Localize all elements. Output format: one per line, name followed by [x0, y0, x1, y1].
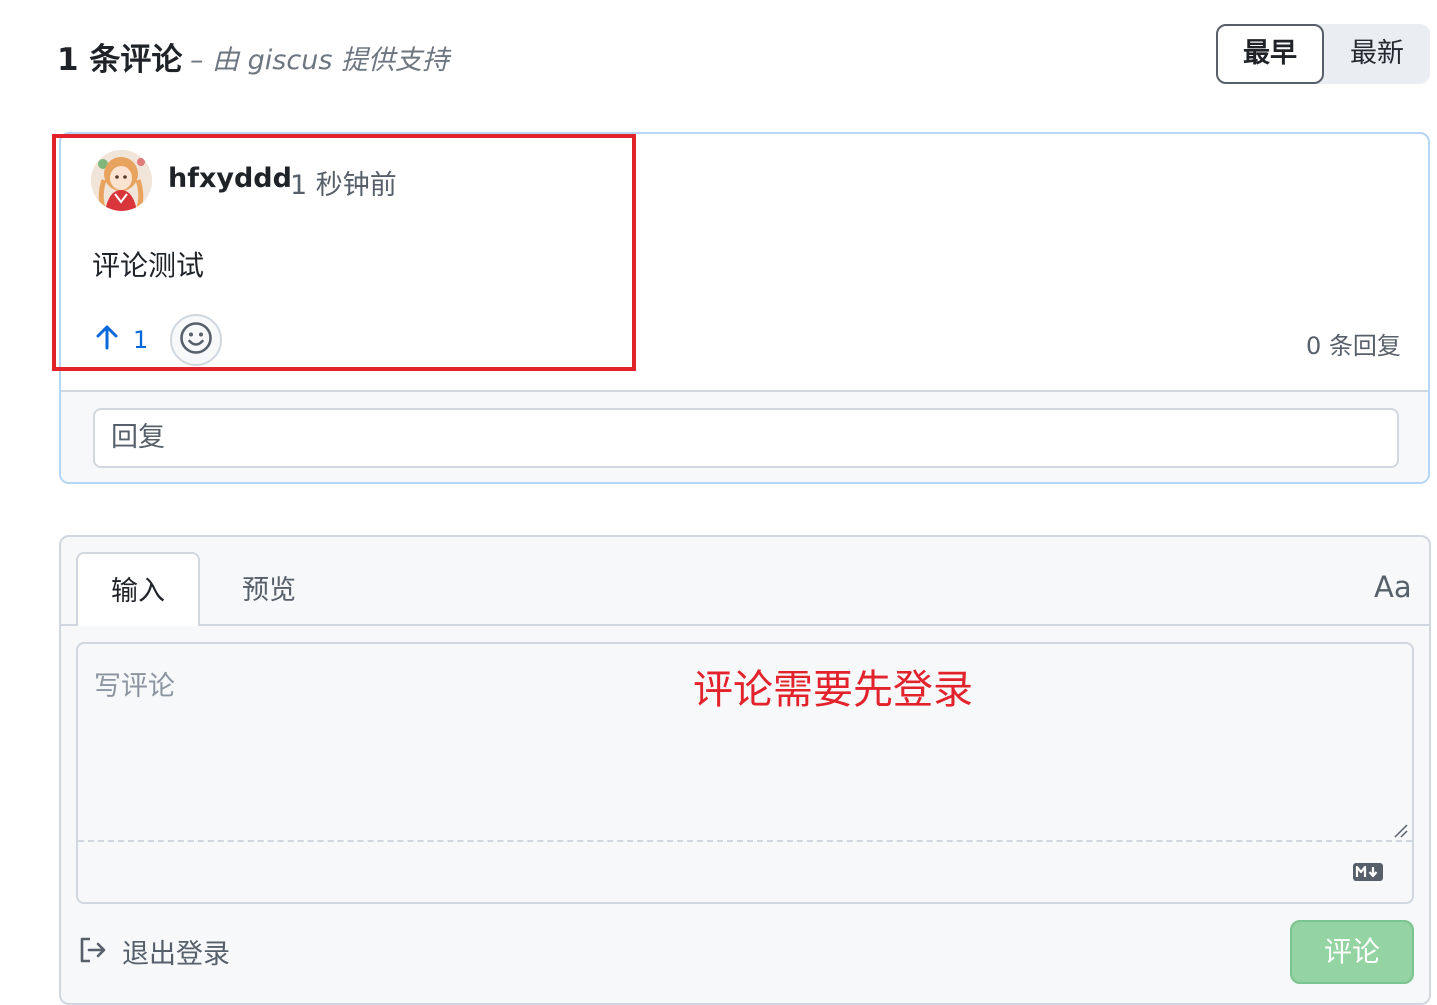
comment-timestamp[interactable]: 1 秒钟前 [290, 163, 397, 202]
comment-body: 评论测试 [92, 249, 205, 282]
tab-preview[interactable]: 预览 [242, 552, 296, 626]
reply-input[interactable]: 回复 [93, 408, 1399, 468]
reply-count: 0 条回复 [1306, 332, 1401, 360]
sign-out-icon [78, 935, 108, 969]
sort-newest-button[interactable]: 最新 [1324, 24, 1430, 84]
login-required-notice: 评论需要先登录 [693, 667, 973, 713]
tab-write[interactable]: 输入 [76, 552, 200, 626]
comment-author[interactable]: hfxyddd [168, 163, 292, 194]
comment-count-title: 1 条评论 [57, 42, 183, 78]
markdown-icon[interactable] [1352, 862, 1384, 886]
submit-comment-button[interactable]: 评论 [1290, 920, 1414, 984]
avatar[interactable] [91, 150, 152, 211]
smiley-icon [179, 321, 213, 359]
text-size-toggle-button[interactable]: Aa [1374, 570, 1412, 604]
sign-out-button[interactable]: 退出登录 [78, 932, 230, 971]
upvote-count: 1 [133, 326, 149, 354]
powered-by-text: – 由 giscus 提供支持 [190, 45, 449, 76]
sort-oldest-button[interactable]: 最早 [1216, 24, 1324, 84]
reply-area: 回复 [61, 390, 1428, 482]
add-reaction-button[interactable] [170, 314, 222, 366]
sort-toggle-group: 最早 最新 [1216, 24, 1430, 84]
sign-out-label: 退出登录 [122, 939, 230, 970]
resize-handle-icon[interactable] [1392, 822, 1408, 838]
upvote-button[interactable]: 1 [95, 322, 148, 358]
arrow-up-icon [95, 324, 119, 356]
